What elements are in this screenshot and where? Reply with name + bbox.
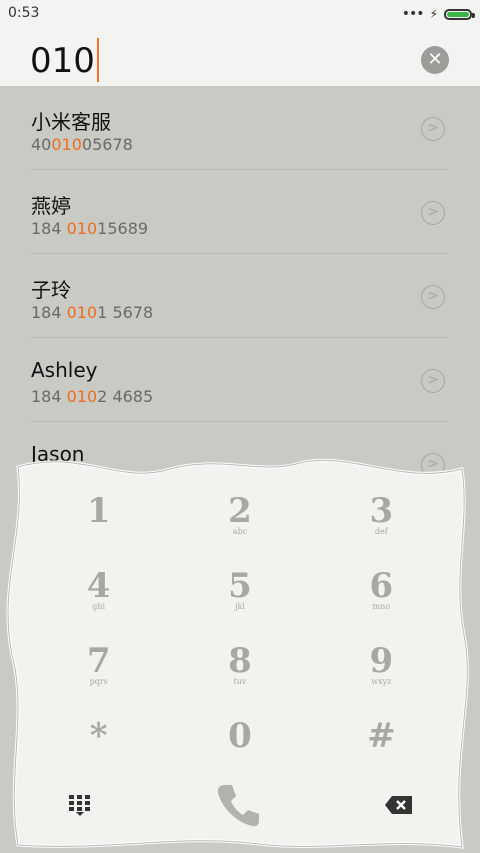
- contact-number: 184 01015689: [31, 219, 149, 238]
- contact-number: 184 0101 5678: [31, 303, 154, 322]
- chevron-right-icon[interactable]: >: [421, 369, 445, 393]
- backspace-icon: [385, 796, 412, 814]
- dial-key-1[interactable]: 1: [28, 487, 169, 562]
- dial-key-4[interactable]: 4 ghi: [28, 562, 169, 637]
- dialpad-keys: 1 2 abc 3 def 4 ghi 5 jkl 6 mno 7 pqrs 8 tuv 9w…: [28, 487, 452, 787]
- contact-name: 燕婷: [31, 194, 71, 218]
- status-bar: 0:53 ••• ⚡: [0, 0, 480, 28]
- dial-key-9[interactable]: 9 wxyz: [311, 637, 452, 712]
- more-dots-icon: •••: [401, 6, 425, 22]
- text-caret: [96, 38, 99, 82]
- contact-number: 4001005678: [31, 135, 133, 154]
- dial-key-0[interactable]: 0: [169, 712, 310, 787]
- status-icons: ••• ⚡: [401, 6, 475, 22]
- contact-name: 子玲: [31, 278, 71, 302]
- search-input[interactable]: 010: [30, 38, 99, 82]
- contact-row[interactable]: 子玲 184 0101 5678 >: [0, 254, 480, 338]
- dialpad-bottom-bar: [28, 777, 452, 837]
- contact-name: 小米客服: [31, 110, 111, 134]
- dial-key-2[interactable]: 2 abc: [169, 487, 310, 562]
- contact-row[interactable]: Ashley 184 0102 4685 >: [0, 338, 480, 422]
- contact-results-list: 小米客服 4001005678 > 燕婷 184 01015689 > 子玲 1…: [0, 86, 480, 506]
- dial-key-6[interactable]: 6 mno: [311, 562, 452, 637]
- dialpad-panel: 1 2 abc 3 def 4 ghi 5 jkl 6 mno 7 pqrs 8 tuv 9w…: [0, 455, 480, 853]
- charging-bolt-icon: ⚡: [429, 7, 438, 21]
- dial-key-hash[interactable]: #: [311, 712, 452, 787]
- search-header: 010 ✕: [0, 28, 480, 86]
- contact-row[interactable]: 燕婷 184 01015689 >: [0, 170, 480, 254]
- chevron-right-icon[interactable]: >: [421, 201, 445, 225]
- clear-search-button[interactable]: ✕: [421, 46, 449, 74]
- status-time: 0:53: [8, 5, 40, 21]
- keypad-grid-icon: [69, 795, 90, 816]
- dial-key-7[interactable]: 7 pqrs: [28, 637, 169, 712]
- dial-key-8[interactable]: 8 tuv: [169, 637, 310, 712]
- chevron-right-icon[interactable]: >: [421, 285, 445, 309]
- backspace-button[interactable]: [384, 794, 452, 820]
- contact-number: 184 0102 4685: [31, 387, 154, 406]
- dial-key-3[interactable]: 3 def: [311, 487, 452, 562]
- contact-name: Ashley: [31, 358, 98, 382]
- chevron-right-icon[interactable]: >: [421, 117, 445, 141]
- contact-row[interactable]: 小米客服 4001005678 >: [0, 86, 480, 170]
- toggle-dialpad-button[interactable]: [28, 794, 92, 820]
- search-query-text: 010: [30, 41, 95, 81]
- close-icon: ✕: [427, 49, 443, 70]
- dial-key-star[interactable]: *: [28, 712, 169, 787]
- battery-icon: [444, 8, 475, 20]
- call-button[interactable]: [212, 779, 264, 835]
- phone-icon: [217, 785, 259, 827]
- dial-key-5[interactable]: 5 jkl: [169, 562, 310, 637]
